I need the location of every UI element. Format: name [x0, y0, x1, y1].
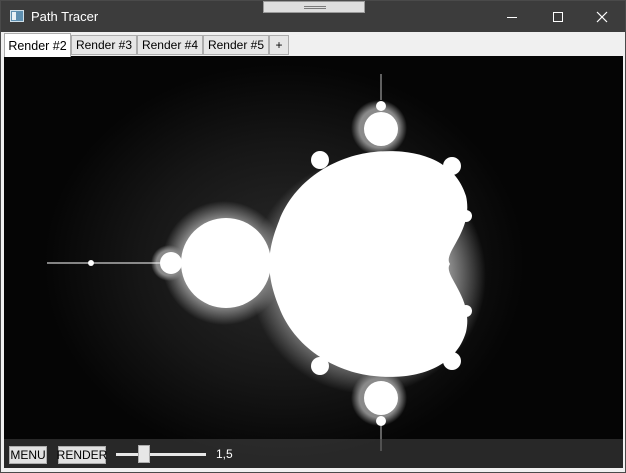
- app-window-icon: [10, 10, 24, 22]
- title-bar[interactable]: Path Tracer: [1, 1, 625, 32]
- menu-button[interactable]: MENU: [9, 446, 47, 464]
- render-controls-bar: MENU RENDER 1,5: [4, 439, 623, 468]
- slider-value: 1,5: [216, 447, 233, 461]
- grip-line: [304, 8, 326, 9]
- minimize-icon: [507, 16, 517, 18]
- app-window: Path Tracer Render #2 Render #3 Render #…: [0, 0, 626, 473]
- mandelbrot-render: [4, 56, 623, 468]
- render-button[interactable]: RENDER: [57, 446, 107, 464]
- drag-handle[interactable]: [263, 1, 365, 13]
- maximize-button[interactable]: [535, 1, 581, 32]
- close-button[interactable]: [579, 1, 625, 32]
- tab-render-5[interactable]: Render #5: [203, 35, 269, 55]
- slider-track[interactable]: [116, 453, 206, 456]
- tab-render-2[interactable]: Render #2: [4, 33, 71, 57]
- slider-thumb[interactable]: [137, 445, 150, 463]
- minimize-button[interactable]: [489, 1, 535, 32]
- window-title: Path Tracer: [31, 9, 99, 24]
- grip-line: [304, 6, 326, 7]
- tab-render-3[interactable]: Render #3: [71, 35, 137, 55]
- render-canvas[interactable]: [4, 56, 623, 468]
- add-tab-button[interactable]: +: [269, 35, 289, 55]
- tab-render-4[interactable]: Render #4: [137, 35, 203, 55]
- maximize-icon: [553, 11, 563, 22]
- tab-strip: Render #2 Render #3 Render #4 Render #5 …: [1, 32, 625, 57]
- close-icon: [596, 11, 608, 22]
